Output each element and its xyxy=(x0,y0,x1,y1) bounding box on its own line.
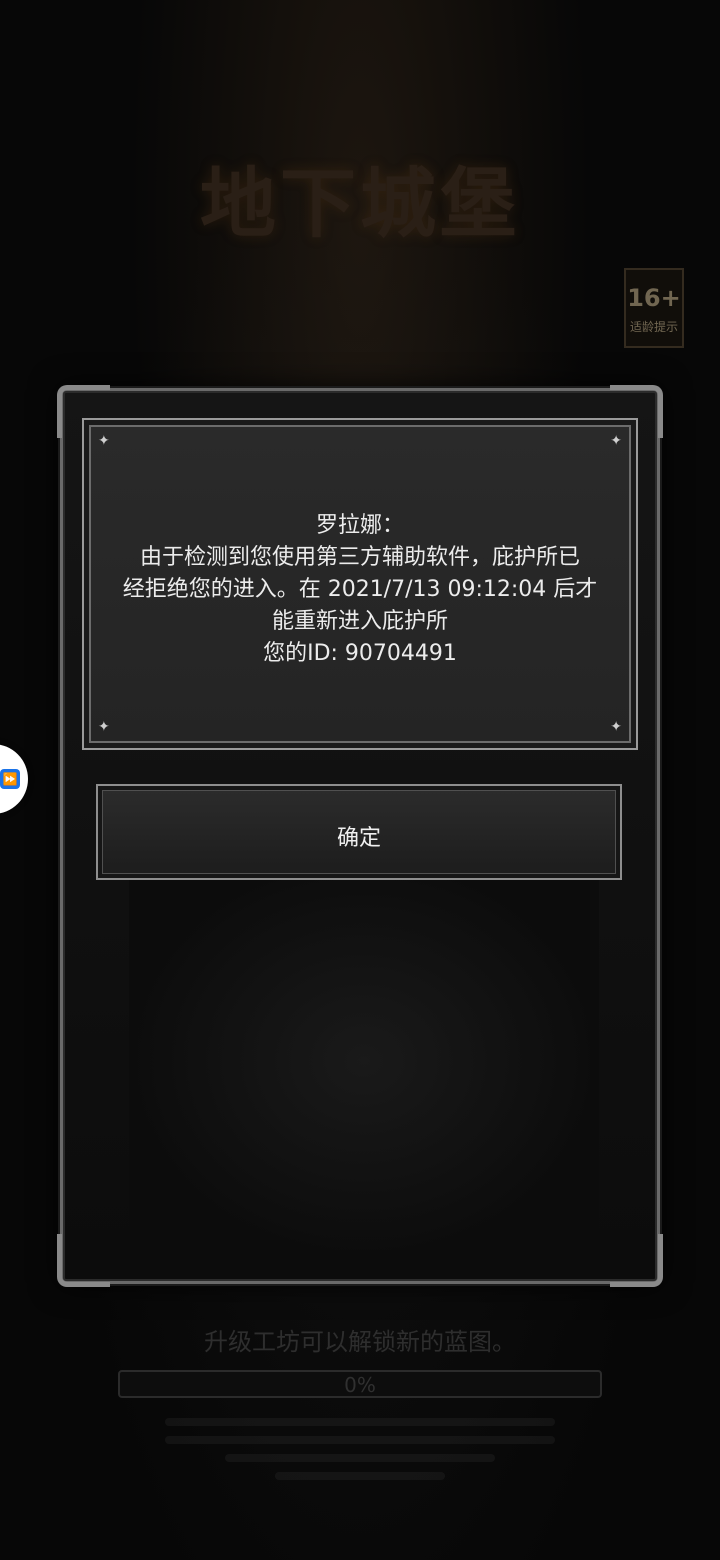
message-line: 能重新进入庇护所 xyxy=(271,609,448,634)
age-rating-number: 16+ xyxy=(627,284,681,312)
message-speaker: 罗拉娜： xyxy=(315,513,404,538)
sparkle-icon: ✦ xyxy=(610,433,622,449)
message-box: ✦ ✦ ✦ ✦ 罗拉娜： 由于检测到您使用第三方辅助软件，庇护所已 经拒绝您的进… xyxy=(82,418,638,750)
confirm-button-label: 确定 xyxy=(336,826,381,851)
age-rating-badge: 16+ 适龄提示 xyxy=(624,268,684,348)
legal-notice xyxy=(140,1408,580,1498)
logo-title: 地下城堡 xyxy=(200,159,520,248)
ornate-corner-icon xyxy=(610,1234,663,1287)
age-rating-label: 适龄提示 xyxy=(629,320,678,334)
message-line: 经拒绝您的进入。在 2021/7/13 09:12:04 后才 xyxy=(122,577,598,602)
loading-progress-text: 0% xyxy=(344,1373,376,1397)
loading-tip: 升级工坊可以解锁新的蓝图。 xyxy=(204,1328,516,1356)
fast-forward-icon: ⏩ xyxy=(0,769,20,789)
legal-line xyxy=(165,1436,555,1444)
message-line: 由于检测到您使用第三方辅助软件，庇护所已 xyxy=(139,545,580,570)
panel-texture xyxy=(129,861,599,1261)
ornate-corner-icon xyxy=(57,1234,110,1287)
legal-line xyxy=(165,1418,555,1426)
legal-line xyxy=(225,1454,495,1462)
game-logo: 地下城堡 xyxy=(100,100,620,290)
sparkle-icon: ✦ xyxy=(98,433,110,449)
confirm-button[interactable]: 确定 xyxy=(96,784,622,880)
ban-message: 罗拉娜： 由于检测到您使用第三方辅助软件，庇护所已 经拒绝您的进入。在 2021… xyxy=(104,510,616,670)
message-user-id: 您的ID: 90704491 xyxy=(263,641,457,666)
legal-line xyxy=(275,1472,445,1480)
sparkle-icon: ✦ xyxy=(610,719,622,735)
sparkle-icon: ✦ xyxy=(98,719,110,735)
